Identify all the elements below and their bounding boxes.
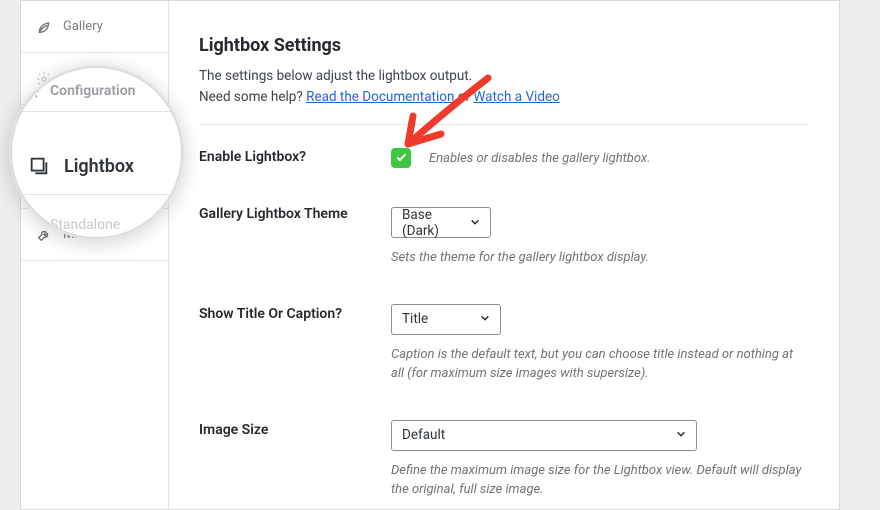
setting-lightbox-theme: Gallery Lightbox Theme Base (Dark) Sets … [199, 204, 809, 268]
chevron-down-icon [470, 215, 480, 231]
chevron-down-icon [676, 427, 686, 443]
setting-desc: Enables or disables the gallery lightbox… [429, 151, 651, 166]
doc-link[interactable]: Read the Documentation [306, 89, 454, 105]
setting-title-or-caption: Show Title Or Caption? Title Caption is … [199, 304, 809, 384]
image-size-select[interactable]: Default [391, 420, 697, 451]
page-intro: The settings below adjust the lightbox o… [199, 66, 809, 108]
select-value: Base (Dark) [402, 207, 460, 239]
desktop-icon [22, 216, 40, 234]
setting-label: Gallery Lightbox Theme [199, 204, 391, 268]
sidebar-item-gallery[interactable]: Gallery [21, 1, 168, 53]
title-caption-select[interactable]: Title [391, 304, 501, 335]
sidebar-item-label: Gallery [63, 19, 103, 34]
zoom-callout: Configuration Lightbox Standalone [9, 65, 184, 240]
leaf-icon [35, 18, 53, 36]
setting-enable-lightbox: Enable Lightbox? Enables or disables the… [199, 147, 809, 168]
setting-label: Show Title Or Caption? [199, 304, 391, 384]
page-title: Lightbox Settings [199, 35, 809, 56]
divider [199, 124, 809, 125]
setting-image-size: Image Size Default Define the maximum im… [199, 420, 809, 500]
intro-help-prefix: Need some help? [199, 89, 306, 105]
intro-sep: or [454, 89, 473, 105]
settings-content: Lightbox Settings The settings below adj… [169, 1, 839, 509]
select-value: Title [402, 311, 428, 327]
intro-subtitle: The settings below adjust the lightbox o… [199, 68, 472, 84]
setting-desc: Sets the theme for the gallery lightbox … [391, 248, 809, 268]
setting-label: Image Size [199, 420, 391, 500]
enable-lightbox-checkbox[interactable] [391, 148, 411, 168]
theme-select[interactable]: Base (Dark) [391, 207, 491, 238]
setting-desc: Caption is the default text, but you can… [391, 345, 809, 384]
video-link[interactable]: Watch a Video [473, 89, 559, 105]
setting-label: Enable Lightbox? [199, 147, 391, 168]
select-value: Default [402, 427, 445, 443]
setting-desc: Define the maximum image size for the Li… [391, 461, 809, 500]
chevron-down-icon [480, 311, 490, 327]
